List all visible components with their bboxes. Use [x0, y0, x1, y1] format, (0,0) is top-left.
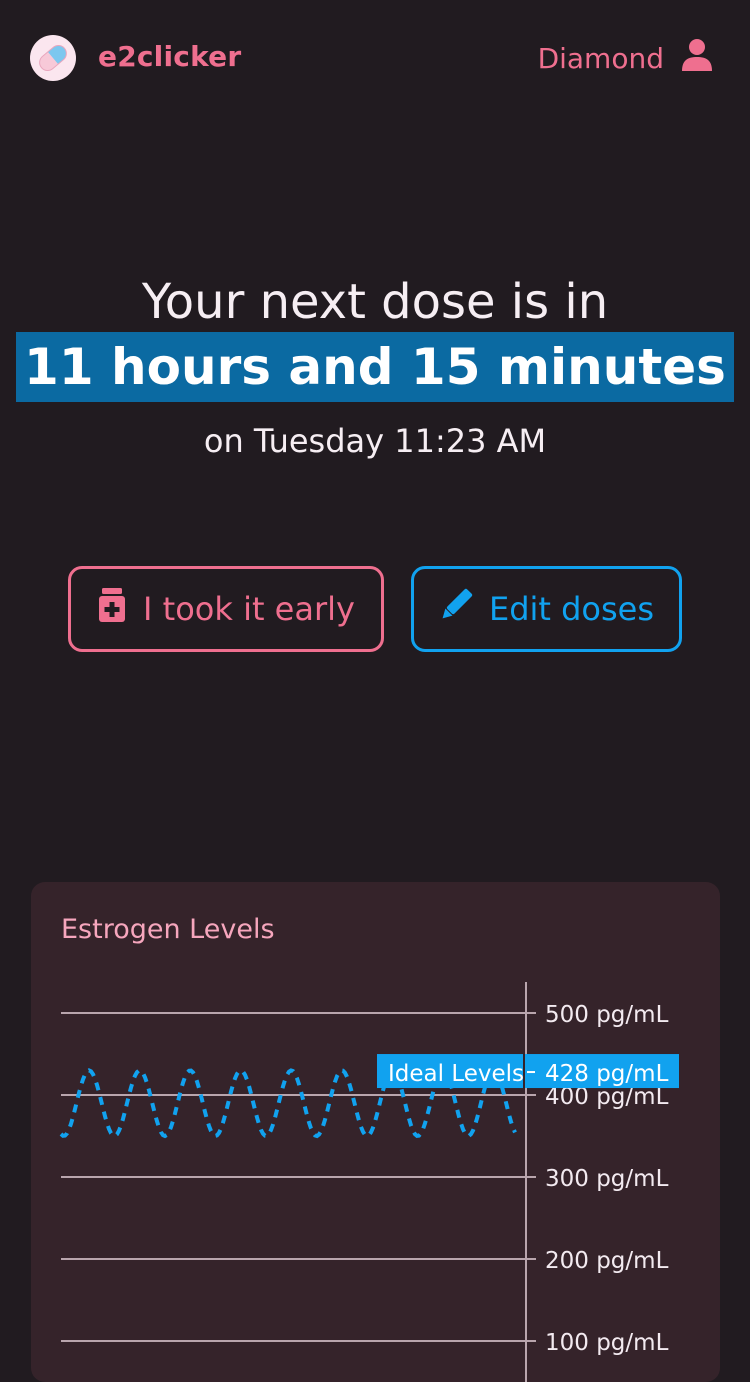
user-menu[interactable]: Diamond — [538, 38, 714, 79]
y-tick-label: 300 pg/mL — [545, 1166, 669, 1192]
estrogen-chart-card: Estrogen Levels 500 pg/mL 400 pg/mL 300 pg… — [31, 882, 720, 1382]
top-bar: e2clicker Diamond — [0, 0, 750, 120]
edit-doses-label: Edit doses — [488, 590, 655, 628]
countdown-highlight: 11 hours and 15 minutes — [16, 332, 734, 402]
user-icon — [680, 38, 714, 79]
ideal-levels-label: Ideal Levels — [388, 1061, 524, 1087]
took-early-label: I took it early — [143, 590, 355, 628]
estrogen-chart[interactable]: 500 pg/mL400 pg/mL300 pg/mL200 pg/mL100 … — [31, 882, 720, 1382]
ideal-value-label: 428 pg/mL — [545, 1061, 669, 1087]
took-early-button[interactable]: I took it early — [68, 566, 384, 652]
pencil-icon — [439, 588, 473, 630]
app-name[interactable]: e2clicker — [98, 40, 241, 73]
y-tick-label: 200 pg/mL — [545, 1248, 669, 1274]
y-tick-label: 500 pg/mL — [545, 1002, 669, 1028]
pill-icon[interactable] — [30, 35, 76, 81]
edit-doses-button[interactable]: Edit doses — [411, 566, 682, 652]
next-dose-heading: Your next dose is in — [141, 274, 609, 330]
user-name: Diamond — [537, 42, 664, 75]
next-dose-time: on Tuesday 11:23 AM — [203, 422, 547, 460]
next-dose-section: Your next dose is in 11 hours and 15 min… — [0, 272, 750, 460]
medicine-bottle-icon — [97, 588, 127, 630]
